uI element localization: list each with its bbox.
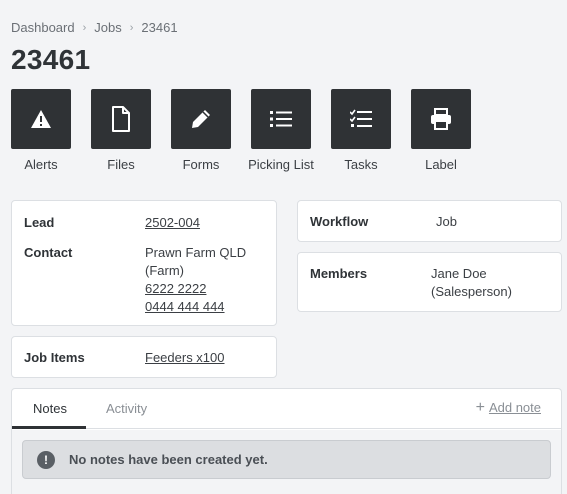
label-button[interactable]: Label <box>411 89 471 174</box>
job-items-link[interactable]: Feeders x100 <box>145 349 225 367</box>
member-name: Jane Doe <box>431 266 487 281</box>
forms-label: Forms <box>182 157 220 172</box>
lead-link[interactable]: 2502-004 <box>145 214 200 232</box>
workflow-key: Workflow <box>310 214 369 229</box>
add-note-button[interactable]: + Add note <box>475 398 541 416</box>
empty-notes-message: No notes have been created yet. <box>69 452 268 467</box>
active-tab-indicator <box>12 426 86 429</box>
chevron-right-icon: › <box>82 21 87 34</box>
contact-mobile-link[interactable]: 0444 444 444 <box>145 298 225 316</box>
job-items-key: Job Items <box>24 350 85 365</box>
pencil-icon <box>192 110 210 128</box>
file-icon <box>112 106 130 132</box>
files-label: Files <box>107 157 135 172</box>
members-key: Members <box>310 266 368 281</box>
tab-activity[interactable]: Activity <box>106 401 147 416</box>
contact-name: Prawn Farm QLD <box>145 245 247 260</box>
add-note-label: Add note <box>488 400 541 415</box>
tab-bar: Notes Activity + Add note <box>12 389 561 429</box>
breadcrumb-jobs[interactable]: Jobs <box>94 20 121 35</box>
exclamation-circle-icon: ! <box>37 450 55 469</box>
workflow-value: Job <box>436 214 457 229</box>
breadcrumb-current: 23461 <box>141 20 178 35</box>
job-items-card: Job Items Feeders x100 <box>11 336 277 378</box>
tasks-label: Tasks <box>344 157 378 172</box>
files-button[interactable]: Files <box>91 89 151 174</box>
action-toolbar: Alerts Files Forms Picking List Tasks La… <box>11 89 471 174</box>
members-card: Members Jane Doe (Salesperson) <box>297 252 562 312</box>
tab-notes[interactable]: Notes <box>33 401 67 416</box>
contact-key: Contact <box>24 245 73 260</box>
breadcrumb: Dashboard › Jobs › 23461 <box>11 20 178 35</box>
tasks-button[interactable]: Tasks <box>331 89 391 174</box>
member-role: (Salesperson) <box>431 284 512 299</box>
contact-type: (Farm) <box>145 263 184 278</box>
notes-body: ! No notes have been created yet. <box>12 430 561 494</box>
checklist-icon <box>350 109 372 127</box>
forms-button[interactable]: Forms <box>171 89 231 174</box>
alert-triangle-icon <box>31 110 51 128</box>
lead-key: Lead <box>24 215 55 230</box>
plus-icon: + <box>475 398 485 416</box>
list-icon <box>270 111 292 127</box>
picking-list-label: Picking List <box>248 157 314 172</box>
label-label: Label <box>425 157 457 172</box>
job-details-card: Lead 2502-004 Contact Prawn Farm QLD (Fa… <box>11 200 277 326</box>
chevron-right-icon: › <box>129 21 134 34</box>
page-title: 23461 <box>11 44 91 75</box>
printer-icon <box>431 108 451 130</box>
notes-panel: Notes Activity + Add note ! No notes hav… <box>11 388 562 494</box>
alerts-label: Alerts <box>24 157 58 172</box>
empty-notes-alert: ! No notes have been created yet. <box>22 440 551 479</box>
breadcrumb-dashboard[interactable]: Dashboard <box>11 20 75 35</box>
contact-phone-link[interactable]: 6222 2222 <box>145 280 206 298</box>
alerts-button[interactable]: Alerts <box>11 89 71 174</box>
picking-list-button[interactable]: Picking List <box>248 89 314 174</box>
workflow-card: Workflow Job <box>297 200 562 242</box>
